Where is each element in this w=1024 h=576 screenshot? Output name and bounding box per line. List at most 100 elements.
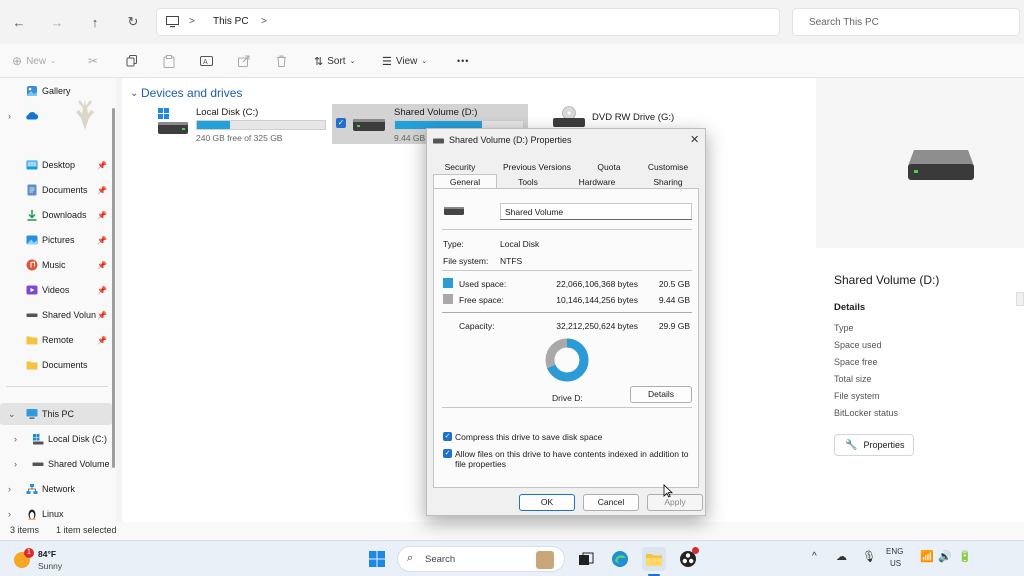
weather-widget[interactable]: 1 84°F Sunny [10, 547, 94, 573]
forward-icon[interactable]: → [46, 11, 68, 33]
volume-icon[interactable]: 🔊 [938, 550, 952, 563]
rename-icon[interactable]: A [200, 44, 213, 78]
index-label[interactable]: Allow files on this drive to have conten… [455, 449, 695, 469]
cut-icon[interactable]: ✂ [88, 44, 98, 78]
sidebar-item-network[interactable]: › Network [0, 478, 112, 500]
drive-icon [26, 313, 38, 317]
free-space-swatch [443, 294, 453, 304]
details-row-label: Space used [834, 340, 882, 350]
tab-previous-versions[interactable]: Previous Versions [495, 161, 579, 174]
sidebar-scrollbar[interactable] [112, 108, 115, 468]
tab-security[interactable]: Security [435, 161, 485, 174]
start-button[interactable] [365, 547, 389, 571]
sidebar-item-videos[interactable]: Videos 📌 [0, 279, 112, 301]
properties-dialog: Shared Volume (D:) Properties ✕ Security… [426, 128, 706, 516]
sidebar-item-shared-volume[interactable]: Shared Volun 📌 [0, 304, 112, 326]
monitor-icon [166, 16, 179, 28]
section-heading[interactable]: Devices and drives [141, 86, 242, 100]
network-icon [26, 484, 38, 494]
chevron-right-icon: › [8, 111, 11, 121]
language-code[interactable]: ENG [886, 547, 903, 556]
index-checkbox[interactable]: ✓ [443, 449, 452, 458]
properties-button[interactable]: 🔧 Properties [834, 434, 914, 456]
used-space-label: Used space: [459, 279, 507, 289]
sidebar-item-remote[interactable]: Remote 📌 [0, 329, 112, 351]
edge-button[interactable] [608, 547, 632, 571]
sidebar-item-label: Shared Volume [48, 459, 110, 469]
drive-icon [433, 138, 444, 144]
back-icon[interactable]: ← [8, 11, 30, 33]
tab-customise[interactable]: Customise [639, 161, 697, 174]
drive-tile-g[interactable]: DVD RW Drive (G:) [550, 106, 700, 130]
more-options-button[interactable]: ••• [457, 44, 469, 78]
sidebar-item-documents-folder[interactable]: Documents [0, 354, 112, 376]
pin-icon[interactable]: 📌 [97, 161, 107, 170]
pin-icon[interactable]: 📌 [97, 211, 107, 220]
wifi-icon[interactable]: 📶 [920, 550, 934, 563]
pin-icon[interactable]: 📌 [97, 286, 107, 295]
compress-checkbox[interactable]: ✓ [443, 432, 452, 441]
copy-icon[interactable] [126, 44, 138, 78]
close-icon[interactable]: ✕ [690, 133, 699, 146]
documents-icon [27, 184, 37, 196]
new-button[interactable]: ⊕ New ⌄ [12, 44, 56, 78]
refresh-icon[interactable]: ↻ [122, 11, 144, 33]
obs-button[interactable] [676, 547, 700, 571]
address-bar[interactable]: > This PC > [156, 8, 780, 36]
cancel-button[interactable]: Cancel [583, 494, 639, 511]
sidebar-item-pictures[interactable]: Pictures 📌 [0, 229, 112, 251]
sidebar-item-label: Local Disk (C:) [48, 434, 108, 444]
dvd-drive-icon [553, 106, 585, 127]
download-icon [27, 210, 37, 221]
sidebar-item-desktop[interactable]: Desktop 📌 [0, 154, 112, 176]
tab-general[interactable]: General [433, 174, 497, 189]
details-button[interactable]: Details [630, 386, 692, 403]
folder-icon [26, 361, 38, 370]
cloud-sync-icon[interactable]: ☁ [836, 550, 847, 563]
sidebar-item-shared-volume-drive[interactable]: › Shared Volume [0, 453, 112, 475]
windows-logo-icon [369, 551, 385, 567]
region-code[interactable]: US [890, 559, 901, 568]
sort-button[interactable]: ⇅ Sort ⌄ [314, 44, 355, 78]
apply-button[interactable]: Apply [647, 494, 703, 511]
file-explorer-button[interactable] [642, 547, 666, 571]
taskbar-search[interactable]: ⌕ Search [397, 546, 565, 572]
share-icon[interactable] [238, 44, 250, 78]
details-title: Shared Volume (D:) [834, 273, 940, 287]
drive-tile-c[interactable]: Local Disk (C:) 240 GB free of 325 GB [154, 106, 334, 144]
chevron-down-icon: ⌄ [349, 58, 356, 65]
pin-icon[interactable]: 📌 [97, 261, 107, 270]
delete-icon[interactable] [276, 44, 287, 78]
pin-icon[interactable]: 📌 [97, 311, 107, 320]
selection-checkbox[interactable]: ✓ [336, 118, 346, 128]
drive-free-text: 9.44 GB [394, 133, 426, 143]
tab-quota[interactable]: Quota [585, 161, 633, 174]
paste-icon[interactable] [163, 44, 175, 78]
search-icon: ⌕ [407, 552, 414, 564]
up-icon[interactable]: ↑ [84, 11, 106, 33]
pin-icon[interactable]: 📌 [97, 236, 107, 245]
sidebar-item-music[interactable]: Music 📌 [0, 254, 112, 276]
drive-icon [444, 207, 464, 215]
sidebar-item-this-pc[interactable]: ⌄ This PC [0, 403, 112, 425]
task-view-button[interactable] [574, 547, 598, 571]
battery-icon[interactable]: 🔋 [958, 550, 972, 563]
search-input[interactable]: Search This PC [792, 8, 1020, 36]
chevron-down-icon[interactable]: ⌄ [130, 88, 138, 99]
chevron-up-icon[interactable]: ^ [812, 551, 817, 562]
disk-usage-donut [545, 338, 589, 382]
volume-name-input[interactable]: Shared Volume [500, 203, 692, 220]
sidebar-item-documents[interactable]: Documents 📌 [0, 179, 112, 201]
view-button[interactable]: ☰ View ⌄ [382, 44, 427, 78]
sidebar-item-downloads[interactable]: Downloads 📌 [0, 204, 112, 226]
microphone-icon[interactable]: 🎙 [862, 550, 876, 563]
view-label: View [395, 55, 418, 67]
pin-icon[interactable]: 📌 [97, 336, 107, 345]
pin-icon[interactable]: 📌 [97, 186, 107, 195]
sidebar-item-local-disk[interactable]: › Local Disk (C:) [0, 428, 112, 450]
sidebar-item-label: Network [42, 484, 76, 494]
breadcrumb-this-pc[interactable]: This PC [213, 16, 249, 27]
compress-label[interactable]: Compress this drive to save disk space [455, 432, 602, 442]
ok-button[interactable]: OK [519, 494, 575, 511]
chevron-right-icon: › [14, 434, 17, 444]
